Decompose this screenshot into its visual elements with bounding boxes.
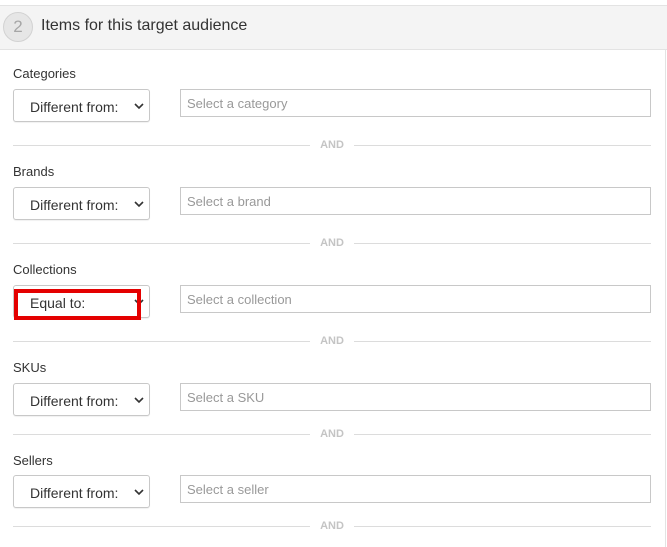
sellers-operator-select[interactable]: Different from: (13, 475, 150, 508)
separator-line-left (13, 341, 310, 342)
and-separator: AND (320, 237, 344, 249)
categories-label: Categories (13, 66, 76, 81)
skus-operator-value: Different from: (30, 393, 119, 409)
skus-label: SKUs (13, 360, 47, 375)
separator-line-right (354, 145, 651, 146)
sku-search-input[interactable] (180, 383, 651, 411)
collections-operator-select[interactable]: Equal to: (13, 285, 150, 318)
separator-line-right (354, 341, 651, 342)
panel-right-border (665, 50, 666, 547)
chevron-down-icon (134, 489, 144, 496)
chevron-down-icon (134, 299, 144, 306)
separator-line-left (13, 434, 310, 435)
collection-search-input[interactable] (180, 285, 651, 313)
separator-line-left (13, 243, 310, 244)
skus-operator-select[interactable]: Different from: (13, 383, 150, 416)
separator-line-right (354, 434, 651, 435)
separator-line-right (354, 243, 651, 244)
categories-operator-value: Different from: (30, 99, 119, 115)
and-separator: AND (320, 335, 344, 347)
sellers-operator-value: Different from: (30, 485, 119, 501)
separator-line-left (13, 526, 310, 527)
brands-operator-select[interactable]: Different from: (13, 187, 150, 220)
chevron-down-icon (134, 103, 144, 110)
collections-label: Collections (13, 262, 77, 277)
section-header: 2 Items for this target audience (0, 5, 667, 50)
categories-operator-select[interactable]: Different from: (13, 89, 150, 122)
step-number-badge: 2 (3, 12, 33, 42)
brands-operator-value: Different from: (30, 197, 119, 213)
chevron-down-icon (134, 201, 144, 208)
chevron-down-icon (134, 397, 144, 404)
sellers-label: Sellers (13, 453, 53, 468)
separator-line-right (354, 526, 651, 527)
collections-operator-value: Equal to: (30, 295, 86, 311)
and-separator: AND (320, 139, 344, 151)
brands-label: Brands (13, 164, 55, 179)
seller-search-input[interactable] (180, 475, 651, 503)
brand-search-input[interactable] (180, 187, 651, 215)
category-search-input[interactable] (180, 89, 651, 117)
section-title: Items for this target audience (41, 17, 248, 34)
and-separator: AND (320, 520, 344, 532)
separator-line-left (13, 145, 310, 146)
and-separator: AND (320, 428, 344, 440)
